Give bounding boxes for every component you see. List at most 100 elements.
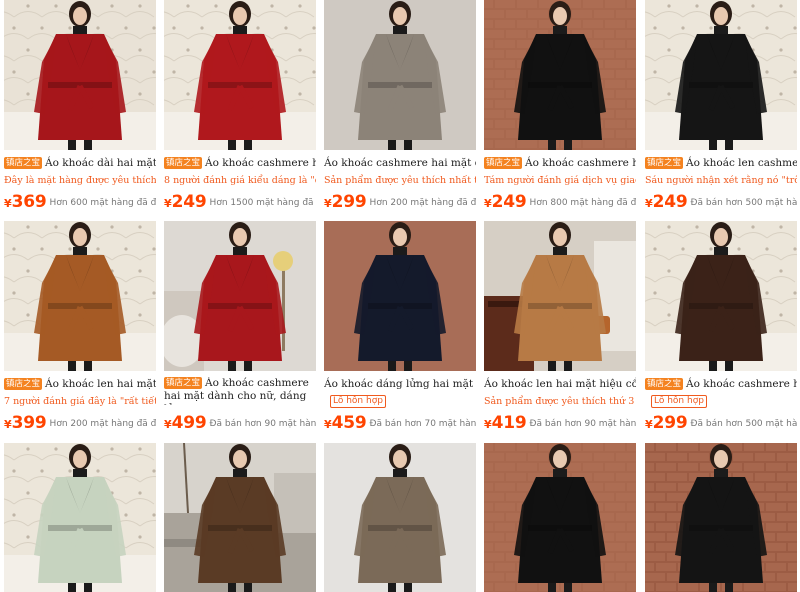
- product-title-text[interactable]: Áo khoác len hai mặt hiệu: [45, 378, 156, 390]
- product-title-text[interactable]: Áo khoác dáng lửng hai mặt bằng: [324, 378, 476, 390]
- price: 369: [11, 192, 47, 212]
- product-highlight: Sản phẩm được yêu thích thứ 3 của cửa hà…: [484, 396, 636, 407]
- black-coat-brick-photo[interactable]: [484, 0, 636, 150]
- sold-count: Đã bán hơn 500 mặt hàng.: [690, 198, 797, 208]
- product-title-text[interactable]: Áo khoác cashmere hai: [686, 378, 797, 390]
- product-title[interactable]: Áo khoác dáng lửng hai mặt bằng: [324, 377, 476, 391]
- sold-count: Đã bán hơn 500 mặt hàng.: [690, 419, 797, 429]
- sold-count: Hơn 200 mặt hàng đã được bán: [369, 198, 476, 208]
- mixed-lot-tag: Lô hỗn hợp: [330, 395, 386, 408]
- currency-symbol: ¥: [484, 418, 492, 431]
- navy-coat-photo[interactable]: [324, 221, 476, 371]
- product-card[interactable]: 镇店之宝Áo khoác cashmere hai Tám người đánh …: [484, 0, 636, 216]
- product-card[interactable]: 镇店之宝Áo khoác len cashmere hai Sáu người n…: [645, 0, 797, 216]
- price: 249: [171, 192, 207, 212]
- price-row: ¥299Hơn 200 mặt hàng đã được bán: [324, 192, 476, 214]
- sold-count: Hơn 600 mặt hàng đã được bán: [49, 198, 156, 208]
- red-coat-studio-photo[interactable]: [164, 221, 316, 371]
- product-card[interactable]: 镇店之宝Áo khoác cashmere hai Lô hỗn hợp ¥299Đ…: [645, 221, 797, 437]
- mint-coat-photo[interactable]: [4, 443, 156, 592]
- sold-count: Hơn 1500 mặt hàng đã được bán: [209, 198, 316, 208]
- product-card[interactable]: [324, 443, 476, 592]
- black-coat-brick-photo-2[interactable]: [484, 443, 636, 592]
- shop-treasure-badge: 镇店之宝: [164, 377, 203, 389]
- product-title[interactable]: 镇店之宝Áo khoác cashmere hai: [484, 156, 636, 170]
- product-highlight: 8 người đánh giá kiểu dáng là "đẹp".: [164, 175, 316, 186]
- camel-coat-photo[interactable]: [4, 221, 156, 371]
- product-title[interactable]: 镇店之宝Áo khoác len hai mặt hiệu: [4, 377, 156, 391]
- black-belted-coat-photo[interactable]: [645, 0, 797, 150]
- brown-coat-street-photo[interactable]: [164, 443, 316, 592]
- currency-symbol: ¥: [645, 197, 653, 210]
- price-row: ¥499 Đã bán hơn 90 mặt hàng.: [164, 413, 316, 435]
- shop-treasure-badge: 镇店之宝: [484, 157, 523, 169]
- currency-symbol: ¥: [645, 418, 653, 431]
- price-row: ¥459 Đã bán hơn 70 mặt hàng.: [324, 413, 476, 435]
- brown-coat-photo[interactable]: [645, 221, 797, 371]
- product-title[interactable]: Áo khoác cashmere hai mặt dành cho: [324, 156, 476, 170]
- black-short-coat-photo[interactable]: [645, 443, 797, 592]
- price: 249: [491, 192, 527, 212]
- currency-symbol: ¥: [324, 418, 332, 431]
- product-title-text[interactable]: Áo khoác dài hai mặt bằng: [45, 157, 156, 169]
- currency-symbol: ¥: [484, 197, 492, 210]
- product-highlight: Đây là mặt hàng được yêu thích thứ hai: [4, 175, 156, 186]
- price: 499: [171, 413, 207, 433]
- product-card[interactable]: 镇店之宝Áo khoác len hai mặt hiệu 7 người đán…: [4, 221, 156, 437]
- product-card[interactable]: [645, 443, 797, 592]
- shop-treasure-badge: 镇店之宝: [4, 157, 43, 169]
- product-highlight: Tám người đánh giá dịch vụ giao hàng là: [484, 175, 636, 186]
- price: 419: [491, 413, 527, 433]
- product-title-text[interactable]: Áo khoác len hai mặt hiệu cổ điển: [484, 378, 636, 390]
- product-card[interactable]: Áo khoác dáng lửng hai mặt bằng Lô hỗn hợ…: [324, 221, 476, 437]
- price: 299: [652, 413, 688, 433]
- price-row: ¥299Đã bán hơn 500 mặt hàng.: [645, 413, 797, 435]
- shop-treasure-badge: 镇店之宝: [645, 378, 684, 390]
- product-title[interactable]: 镇店之宝Áo khoác len cashmere hai: [645, 156, 797, 170]
- sold-count: Đã bán hơn 90 mặt hàng.: [209, 419, 316, 429]
- currency-symbol: ¥: [164, 197, 172, 210]
- price-row: ¥249Hơn 1500 mặt hàng đã được bán: [164, 192, 316, 214]
- price: 399: [11, 413, 47, 433]
- price-row: ¥369Hơn 600 mặt hàng đã được bán: [4, 192, 156, 214]
- product-title[interactable]: 镇店之宝Áo khoác cashmere hai: [164, 156, 316, 170]
- shop-treasure-badge: 镇店之宝: [645, 157, 684, 169]
- product-card[interactable]: [4, 443, 156, 592]
- sold-count: Hơn 800 mặt hàng đã được bán: [529, 198, 636, 208]
- red-belted-coat-photo[interactable]: [164, 0, 316, 150]
- product-title-text[interactable]: Áo khoác cashmere hai mặt dành cho: [324, 157, 476, 169]
- product-title[interactable]: 镇店之宝Áo khoác cashmere hai: [645, 377, 797, 391]
- price: 299: [331, 192, 367, 212]
- product-title[interactable]: 镇店之宝 Áo khoác cashmere hai mặt dành cho n…: [164, 377, 316, 405]
- currency-symbol: ¥: [4, 197, 12, 210]
- price: 459: [331, 413, 367, 433]
- product-title-text[interactable]: Áo khoác cashmere hai: [525, 157, 636, 169]
- camel-coat-piano-photo[interactable]: [484, 221, 636, 371]
- product-card[interactable]: [164, 443, 316, 592]
- price: 249: [652, 192, 688, 212]
- product-card[interactable]: Áo khoác cashmere hai mặt dành cho Sản ph…: [324, 0, 476, 216]
- product-card[interactable]: 镇店之宝 Áo khoác cashmere hai mặt dành cho n…: [164, 221, 316, 437]
- product-card[interactable]: 镇店之宝Áo khoác dài hai mặt bằng Đây là mặt …: [4, 0, 156, 216]
- product-highlight: Sản phẩm được yêu thích nhất tại cửa hàn…: [324, 175, 476, 186]
- price-row: ¥399Hơn 200 mặt hàng đã được bán: [4, 413, 156, 435]
- price-row: ¥249Đã bán hơn 500 mặt hàng.: [645, 192, 797, 214]
- grey-coat-photo[interactable]: [324, 0, 476, 150]
- product-title-text[interactable]: Áo khoác len cashmere hai: [686, 157, 797, 169]
- sold-count: Đã bán hơn 90 mặt hàng.: [529, 419, 636, 429]
- shop-treasure-badge: 镇店之宝: [164, 157, 203, 169]
- product-title-text[interactable]: Áo khoác cashmere hai: [205, 157, 316, 169]
- product-title[interactable]: 镇店之宝Áo khoác dài hai mặt bằng: [4, 156, 156, 170]
- taupe-coat-photo[interactable]: [324, 443, 476, 592]
- shop-treasure-badge: 镇店之宝: [4, 378, 43, 390]
- product-grid: 镇店之宝Áo khoác dài hai mặt bằngĐây là mặt …: [0, 0, 800, 592]
- sold-count: Hơn 200 mặt hàng đã được bán: [49, 419, 156, 429]
- product-card[interactable]: Áo khoác len hai mặt hiệu cổ điển Sản phẩ…: [484, 221, 636, 437]
- product-highlight: 7 người đánh giá đây là "rất tiết kiệm c…: [4, 396, 156, 407]
- product-card[interactable]: 镇店之宝Áo khoác cashmere hai 8 người đánh gi…: [164, 0, 316, 216]
- product-card[interactable]: [484, 443, 636, 592]
- mixed-lot-tag: Lô hỗn hợp: [651, 395, 707, 408]
- red-coat-photo[interactable]: [4, 0, 156, 150]
- currency-symbol: ¥: [324, 197, 332, 210]
- product-title[interactable]: Áo khoác len hai mặt hiệu cổ điển: [484, 377, 636, 391]
